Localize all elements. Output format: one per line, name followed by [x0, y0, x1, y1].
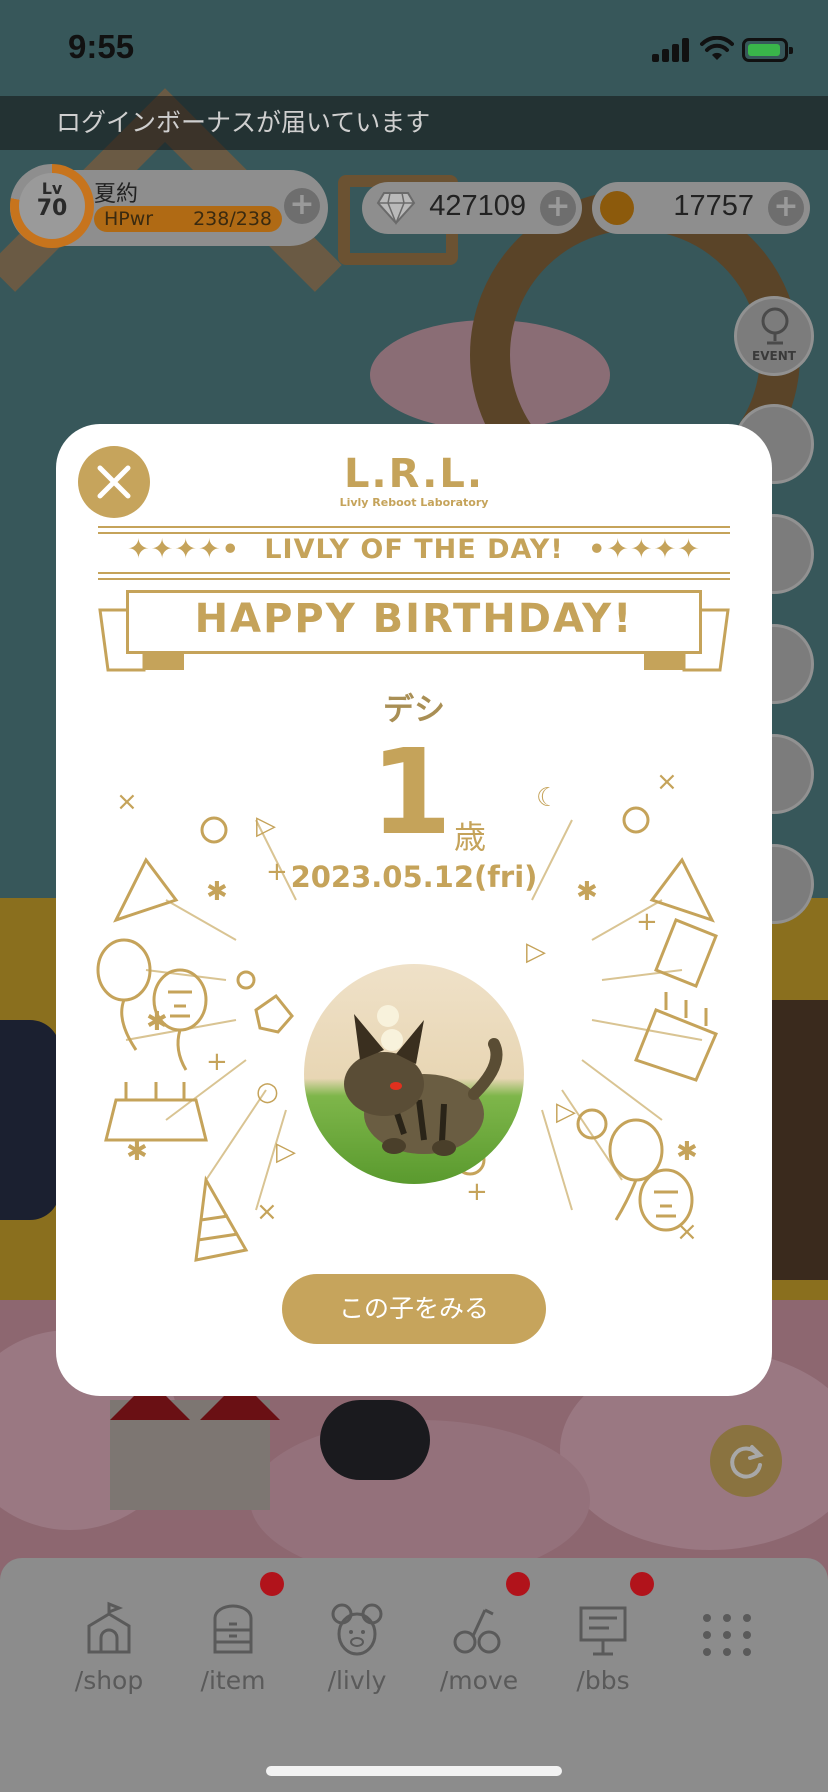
refresh-icon: [730, 1445, 764, 1479]
level-badge: Lv 70: [10, 164, 94, 248]
nav-more[interactable]: [672, 1610, 782, 1660]
logo-main-text: L.R.L.: [343, 451, 485, 497]
close-icon: [97, 465, 131, 499]
svg-text:▷: ▷: [556, 1097, 576, 1127]
view-livly-button[interactable]: この子をみる: [282, 1274, 546, 1344]
login-bonus-banner[interactable]: ログインボーナスが届いています: [0, 96, 828, 150]
nav-item-badge: [260, 1572, 284, 1596]
age-unit: 歳: [454, 818, 487, 856]
trophy-icon: [761, 307, 789, 345]
svg-text:▷: ▷: [526, 937, 546, 967]
nav-bbs[interactable]: /bbs: [548, 1600, 658, 1695]
bulletin-board-icon: [579, 1606, 627, 1656]
balloon-icon: [96, 938, 152, 1002]
svg-text:✱: ✱: [676, 1137, 698, 1167]
battery-icon: [742, 38, 793, 62]
home-indicator[interactable]: [266, 1766, 562, 1776]
nav-move[interactable]: /move: [424, 1600, 534, 1695]
lotd-deco-right: •✦✦✦✦: [588, 534, 701, 565]
svg-text:×: ×: [116, 787, 138, 817]
drawer-icon: [213, 1604, 253, 1654]
coin-icon: [600, 191, 634, 225]
happy-birthday-text: HAPPY BIRTHDAY!: [194, 596, 634, 642]
hp-label: HPwr: [104, 208, 154, 230]
livly-creature-illustration: [344, 1005, 503, 1156]
pet-avatar: [304, 964, 524, 1184]
diamond-icon: [376, 192, 416, 225]
livly-icon: [331, 1603, 383, 1656]
cake-icon: [104, 1098, 208, 1142]
nav-shop[interactable]: /shop: [54, 1600, 164, 1695]
event-button[interactable]: EVENT: [734, 296, 814, 376]
svg-text:×: ×: [256, 1197, 278, 1227]
logo-sub-text: Livly Reboot Laboratory: [339, 496, 489, 509]
svg-text:▷: ▷: [256, 811, 276, 841]
event-label: EVENT: [752, 349, 796, 363]
pet-age: 1: [370, 723, 453, 861]
dark-livly-character: [320, 1400, 430, 1480]
livly-of-the-day-title: ✦✦✦✦• LIVLY OF THE DAY! •✦✦✦✦: [98, 534, 730, 565]
lrl-logo: L.R.L. Livly Reboot Laboratory: [300, 452, 528, 509]
svg-text:+: +: [636, 907, 658, 937]
party-hat-icon: [649, 857, 715, 923]
divider-line: [98, 572, 730, 574]
hp-value: 238/238: [193, 208, 272, 230]
svg-text:✱: ✱: [206, 877, 228, 907]
dark-creature-left: [0, 1020, 60, 1220]
wooden-fence-right: [770, 1000, 828, 1280]
birth-date: 2023.05.12(fri): [290, 860, 538, 894]
svg-text:▷: ▷: [276, 1137, 296, 1167]
party-hat-icon: [113, 857, 179, 923]
gem-icon: [254, 993, 294, 1034]
nav-livly[interactable]: /livly: [302, 1600, 412, 1695]
svg-text:○: ○: [256, 1077, 279, 1107]
wifi-icon: [700, 36, 734, 60]
level-number: 70: [36, 196, 68, 221]
coin-amount: 17757: [673, 190, 754, 222]
lotd-title-text: LIVLY OF THE DAY!: [264, 534, 564, 565]
add-gems-button[interactable]: +: [540, 190, 576, 226]
balloon-icon: [608, 1118, 664, 1182]
nav-bbs-badge: [630, 1572, 654, 1596]
svg-text:✱: ✱: [146, 1007, 168, 1037]
nav-shop-label: /shop: [74, 1666, 144, 1695]
lotd-deco-left: ✦✦✦✦•: [127, 534, 240, 565]
nav-move-label: /move: [439, 1666, 519, 1695]
cake-icon: [634, 1008, 718, 1082]
player-name: 夏約: [94, 182, 139, 207]
svg-text:×: ×: [656, 767, 678, 797]
nav-item[interactable]: /item: [178, 1600, 288, 1695]
gem-amount: 427109: [429, 190, 526, 222]
cellular-signal-icon: [652, 38, 692, 62]
status-bar: 9:55: [0, 0, 828, 96]
svg-text:✱: ✱: [126, 1137, 148, 1167]
nav-move-badge: [506, 1572, 530, 1596]
svg-text:☾: ☾: [536, 783, 559, 813]
svg-text:✱: ✱: [576, 877, 598, 907]
nav-bbs-label: /bbs: [576, 1666, 630, 1695]
status-time: 9:55: [68, 28, 135, 65]
close-button[interactable]: [78, 446, 150, 518]
add-coins-button[interactable]: +: [768, 190, 804, 226]
hp-bar: HPwr 238/238: [94, 206, 282, 232]
add-hp-button[interactable]: +: [284, 188, 320, 224]
nav-livly-label: /livly: [327, 1666, 387, 1695]
shop-icon: [87, 1601, 131, 1654]
nav-item-label: /item: [200, 1666, 266, 1695]
divider-line: [98, 526, 730, 528]
move-icon: [453, 1608, 501, 1654]
svg-text:+: +: [206, 1047, 228, 1077]
top-hat-icon: [654, 918, 718, 988]
grid-menu-icon: [703, 1614, 751, 1656]
refresh-button[interactable]: [710, 1425, 782, 1497]
divider-line: [98, 578, 730, 580]
svg-text:+: +: [466, 1177, 488, 1207]
svg-text:×: ×: [676, 1217, 698, 1247]
